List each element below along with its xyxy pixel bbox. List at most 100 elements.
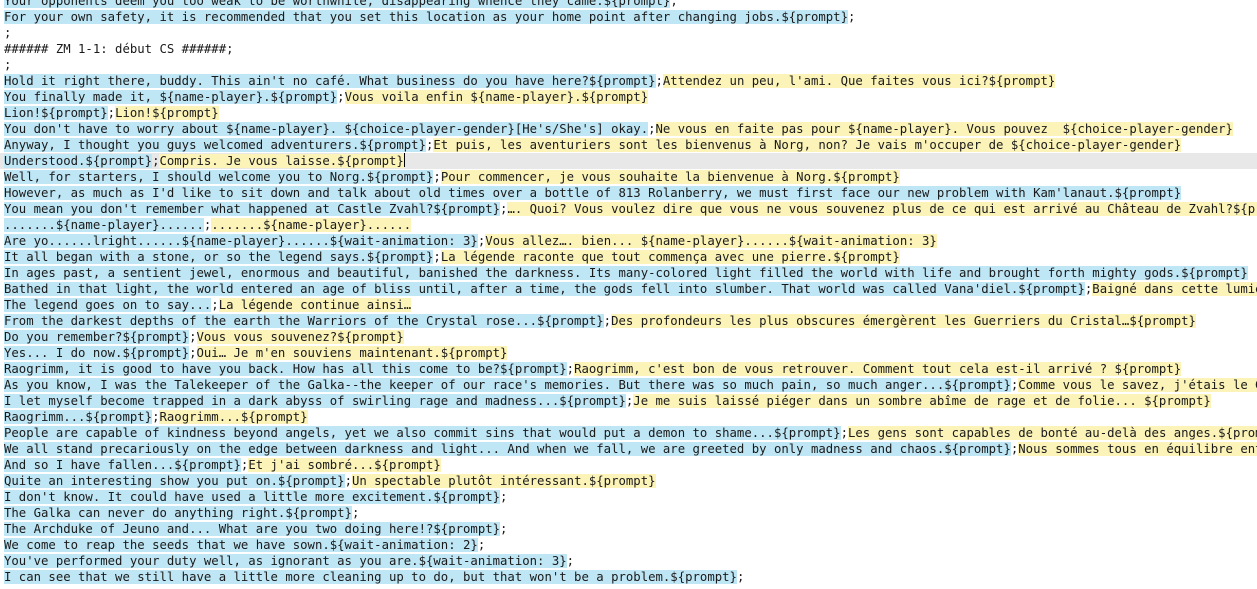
current-line[interactable]: Understood.${prompt};Compris. Je vous la… (0, 153, 1257, 169)
text-line[interactable]: Yes... I do now.${prompt};Oui… Je m'en s… (0, 345, 1257, 361)
text-line[interactable]: You mean you don't remember what happene… (0, 201, 1257, 217)
source-text: Raogrimm...${prompt} (4, 410, 153, 424)
text-line[interactable]: The legend goes on to say...;La légende … (0, 297, 1257, 313)
source-text: Anyway, I thought you guys welcomed adve… (4, 138, 426, 152)
text-line[interactable]: You finally made it, ${name-player}.${pr… (0, 89, 1257, 105)
translation-text: Raogrimm...${prompt} (159, 410, 308, 424)
translation-text: Des profondeurs les plus obscures émergè… (611, 314, 1196, 328)
source-text: Are yo......lright......${name-player}..… (4, 234, 478, 248)
text-line[interactable]: As you know, I was the Talekeeper of the… (0, 377, 1257, 393)
source-text: Your opponents deem you too weak to be w… (4, 0, 671, 8)
text-line[interactable]: We all stand precariously on the edge be… (0, 441, 1257, 457)
text-line[interactable]: For your own safety, it is recommended t… (0, 9, 1257, 25)
translation-text: Lion!${prompt} (115, 106, 219, 120)
separator: ; (337, 90, 345, 104)
text-line[interactable]: We come to reap the seeds that we have s… (0, 537, 1257, 553)
translation-text: La légende continue ainsi… (218, 298, 412, 312)
separator: ; (603, 314, 612, 328)
separator: ; (840, 426, 848, 440)
source-text: The legend goes on to say... (4, 298, 212, 312)
text-editor[interactable]: Your opponents deem you too weak to be w… (0, 0, 1257, 589)
text-line[interactable]: Quite an interesting show you put on.${p… (0, 473, 1257, 489)
text-line[interactable]: I let myself become trapped in a dark ab… (0, 393, 1257, 409)
text-line[interactable]: The Galka can never do anything right.${… (0, 505, 1257, 521)
source-text: Raogrimm, it is good to have you back. H… (4, 362, 567, 376)
line-text: ; (4, 58, 12, 72)
separator: ; (736, 570, 745, 584)
text-line[interactable]: The Archduke of Jeuno and... What are yo… (0, 521, 1257, 537)
text-line[interactable]: Do you remember?${prompt};Vous vous souv… (0, 329, 1257, 345)
source-text: We all stand precariously on the edge be… (4, 442, 1011, 456)
text-line[interactable]: Bathed in that light, the world entered … (0, 281, 1257, 297)
translation-text: …. Quoi? Vous voulez dire que vous ne vo… (507, 202, 1257, 216)
source-text: Do you remember?${prompt} (4, 330, 190, 344)
text-line[interactable]: .......${name-player}......;.......${nam… (0, 217, 1257, 233)
source-text: It all began with a stone, or so the leg… (4, 250, 434, 264)
separator: ; (433, 170, 441, 184)
text-line[interactable]: ; (0, 57, 1257, 73)
text-caret (403, 153, 405, 167)
text-line[interactable]: You've performed your duty well, as igno… (0, 553, 1257, 569)
text-line[interactable]: However, as much as I'd like to sit down… (0, 185, 1257, 201)
translation-text: Vous vous souvenez?${prompt} (196, 330, 404, 344)
source-text: You finally made it, ${name-player}.${pr… (4, 90, 338, 104)
separator: ; (189, 330, 197, 344)
text-line[interactable]: Well, for starters, I should welcome you… (0, 169, 1257, 185)
translation-text: Les gens sont capables de bonté au-delà … (848, 426, 1257, 440)
text-line[interactable]: Are yo......lright......${name-player}..… (0, 233, 1257, 249)
text-line[interactable]: From the darkest depths of the earth the… (0, 313, 1257, 329)
text-line[interactable]: It all began with a stone, or so the leg… (0, 249, 1257, 265)
translation-text: La légende raconte que tout commença ave… (440, 250, 900, 264)
source-text: I don't know. It could have used a littl… (4, 490, 501, 504)
source-text: For your own safety, it is recommended t… (4, 10, 848, 24)
source-text: Hold it right there, buddy. This ain't n… (4, 74, 656, 88)
source-text: As you know, I was the Talekeeper of the… (4, 378, 1011, 392)
text-line[interactable]: I can see that we still have a little mo… (0, 569, 1257, 585)
text-line[interactable]: Raogrimm, it is good to have you back. H… (0, 361, 1257, 377)
separator: ; (351, 506, 360, 520)
source-text: Bathed in that light, the world entered … (4, 282, 1085, 296)
source-text: Quite an interesting show you put on.${p… (4, 474, 345, 488)
translation-text: Vous allez…. bien... ${name-player}.....… (485, 234, 937, 248)
translation-text: Je me suis laissé piéger dans un sombre … (633, 394, 1211, 408)
translation-text: Ne vous en faite pas pour ${name-player}… (655, 122, 1233, 136)
source-text: You've performed your duty well, as igno… (4, 554, 567, 568)
separator: ; (566, 362, 575, 376)
source-text: .......${name-player}...... (4, 218, 204, 232)
line-text: ; (4, 26, 12, 40)
source-text: However, as much as I'd like to sit down… (4, 186, 1182, 200)
translation-text: Compris. Je vous laisse.${prompt} (159, 154, 404, 168)
text-line[interactable]: I don't know. It could have used a littl… (0, 489, 1257, 505)
translation-text: Raogrimm, c'est bon de vous retrouver. C… (574, 362, 1182, 376)
translation-text: Attendez un peu, l'ami. Que faites vous … (662, 74, 1056, 88)
separator: ; (477, 538, 486, 552)
separator: ; (648, 122, 656, 136)
text-line[interactable]: Hold it right there, buddy. This ain't n… (0, 73, 1257, 89)
separator: ; (344, 474, 352, 488)
text-line[interactable]: And so I have fallen...${prompt};Et j'ai… (0, 457, 1257, 473)
text-line[interactable]: ###### ZM 1-1: début CS ######; (0, 41, 1257, 57)
separator: ; (500, 522, 508, 536)
source-text: You mean you don't remember what happene… (4, 202, 501, 216)
separator: ; (433, 250, 441, 264)
text-line[interactable]: Lion!${prompt};Lion!${prompt} (0, 105, 1257, 121)
translation-text: Nous sommes tous en équilibre entre les … (1018, 442, 1257, 456)
text-line[interactable]: In ages past, a sentient jewel, enormous… (0, 265, 1257, 281)
source-text: Lion!${prompt} (4, 106, 108, 120)
source-text: People are capable of kindness beyond an… (4, 426, 841, 440)
source-text: Well, for starters, I should welcome you… (4, 170, 434, 184)
text-line[interactable]: Anyway, I thought you guys welcomed adve… (0, 137, 1257, 153)
translation-text: Et j'ai sombré...${prompt} (248, 458, 441, 472)
separator: ; (211, 298, 219, 312)
text-line[interactable]: Raogrimm...${prompt};Raogrimm...${prompt… (0, 409, 1257, 425)
separator: ; (107, 106, 116, 120)
source-text: We come to reap the seeds that we have s… (4, 538, 478, 552)
source-text: Understood.${prompt} (4, 154, 153, 168)
text-line[interactable]: People are capable of kindness beyond an… (0, 425, 1257, 441)
text-line[interactable]: ; (0, 25, 1257, 41)
text-line[interactable]: Your opponents deem you too weak to be w… (0, 0, 1257, 9)
translation-text: Pour commencer, je vous souhaite la bien… (440, 170, 900, 184)
translation-text: Et puis, les aventuriers sont les bienve… (433, 138, 1182, 152)
separator: ; (847, 10, 856, 24)
text-line[interactable]: You don't have to worry about ${name-pla… (0, 121, 1257, 137)
